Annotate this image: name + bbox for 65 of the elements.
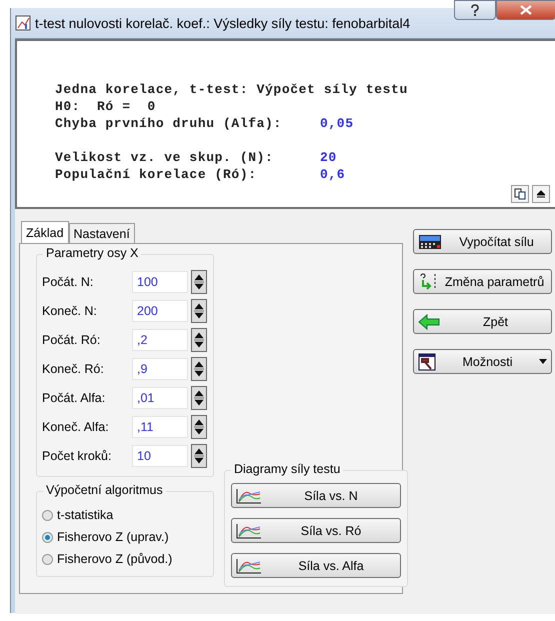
number-field[interactable]: 200 (132, 300, 188, 322)
action-button[interactable]: Zpět (413, 309, 552, 334)
options-button[interactable]: Možnosti (413, 349, 552, 374)
field-label: Počát. Ró: (42, 332, 102, 346)
app-icon (15, 15, 31, 31)
number-field[interactable]: 10 (132, 444, 188, 466)
report-text: H0: Ró = 0 (55, 98, 157, 115)
number-field[interactable]: ,11 (132, 416, 188, 438)
tab[interactable]: Nastavení (68, 223, 135, 243)
group-title: Parametry osy X (43, 246, 142, 260)
spin-button[interactable] (191, 270, 207, 294)
group-title: Výpočetní algoritmus (43, 483, 166, 497)
radio-label[interactable]: t-statistika (57, 508, 114, 522)
number-field[interactable]: ,9 (132, 358, 188, 380)
left-arrow-icon (418, 314, 440, 330)
report-text: Chyba prvního druhu (Alfa): (55, 115, 283, 132)
report-text: Jedna korelace, t-test: Výpočet síly testu (55, 81, 408, 98)
help-icon (470, 4, 480, 16)
spin-button[interactable] (191, 328, 207, 352)
report-text: Velikost vz. ve skup. (N): (55, 149, 274, 166)
radio-button[interactable] (42, 510, 53, 520)
report-value: 0,6 (320, 166, 346, 183)
spin-button[interactable] (191, 444, 207, 468)
radio-button[interactable] (42, 532, 53, 542)
help-button[interactable] (454, 0, 496, 20)
radio-button[interactable] (42, 554, 53, 564)
spin-button[interactable] (191, 298, 207, 322)
collapse-button[interactable] (532, 185, 550, 203)
report-text: Populační korelace (Ró): (55, 166, 258, 183)
chart-button[interactable]: Síla vs. Alfa (231, 553, 401, 578)
field-label: Koneč. N: (42, 304, 98, 318)
window-title: t-test nulovosti korelač. koef.: Výsledky síly testu: fenobarbital4 (35, 16, 410, 30)
radio-label[interactable]: Fisherovo Z (uprav.) (57, 530, 169, 544)
line-chart-icon (236, 488, 262, 504)
copy-icon (514, 188, 526, 200)
up-arrow-icon (537, 190, 545, 198)
close-button[interactable] (496, 0, 555, 20)
spin-button[interactable] (191, 356, 207, 380)
copy-button[interactable] (511, 185, 529, 203)
chart-button[interactable]: Síla vs. N (231, 483, 401, 508)
hammer-icon (418, 352, 436, 370)
field-label: Počát. N: (42, 274, 94, 288)
number-field[interactable]: ,01 (132, 386, 188, 408)
group-title: Diagramy síly testu (231, 462, 344, 476)
spin-button[interactable] (191, 414, 207, 438)
number-field[interactable]: 100 (132, 270, 188, 292)
chart-button[interactable]: Síla vs. Ró (231, 518, 401, 543)
number-field[interactable]: ,2 (132, 328, 188, 350)
report-value: 0,05 (320, 115, 354, 132)
field-label: Počát. Alfa: (42, 390, 106, 404)
field-label: Koneč. Alfa: (42, 420, 110, 434)
tab[interactable]: Základ (21, 221, 69, 243)
action-button[interactable]: Vypočítat sílu (413, 229, 552, 254)
field-label: Počet kroků: (42, 448, 112, 462)
action-button[interactable]: Změna parametrů (413, 269, 552, 294)
line-chart-icon (236, 558, 262, 574)
line-chart-icon (236, 522, 262, 538)
close-icon (520, 5, 532, 15)
spin-button[interactable] (191, 386, 207, 410)
dropdown-caret-icon (539, 359, 547, 364)
calculator-icon (418, 234, 442, 250)
report-value: 20 (320, 149, 337, 166)
field-label: Koneč. Ró: (42, 362, 105, 376)
arrow-icon (418, 272, 438, 290)
radio-label[interactable]: Fisherovo Z (původ.) (57, 552, 172, 566)
